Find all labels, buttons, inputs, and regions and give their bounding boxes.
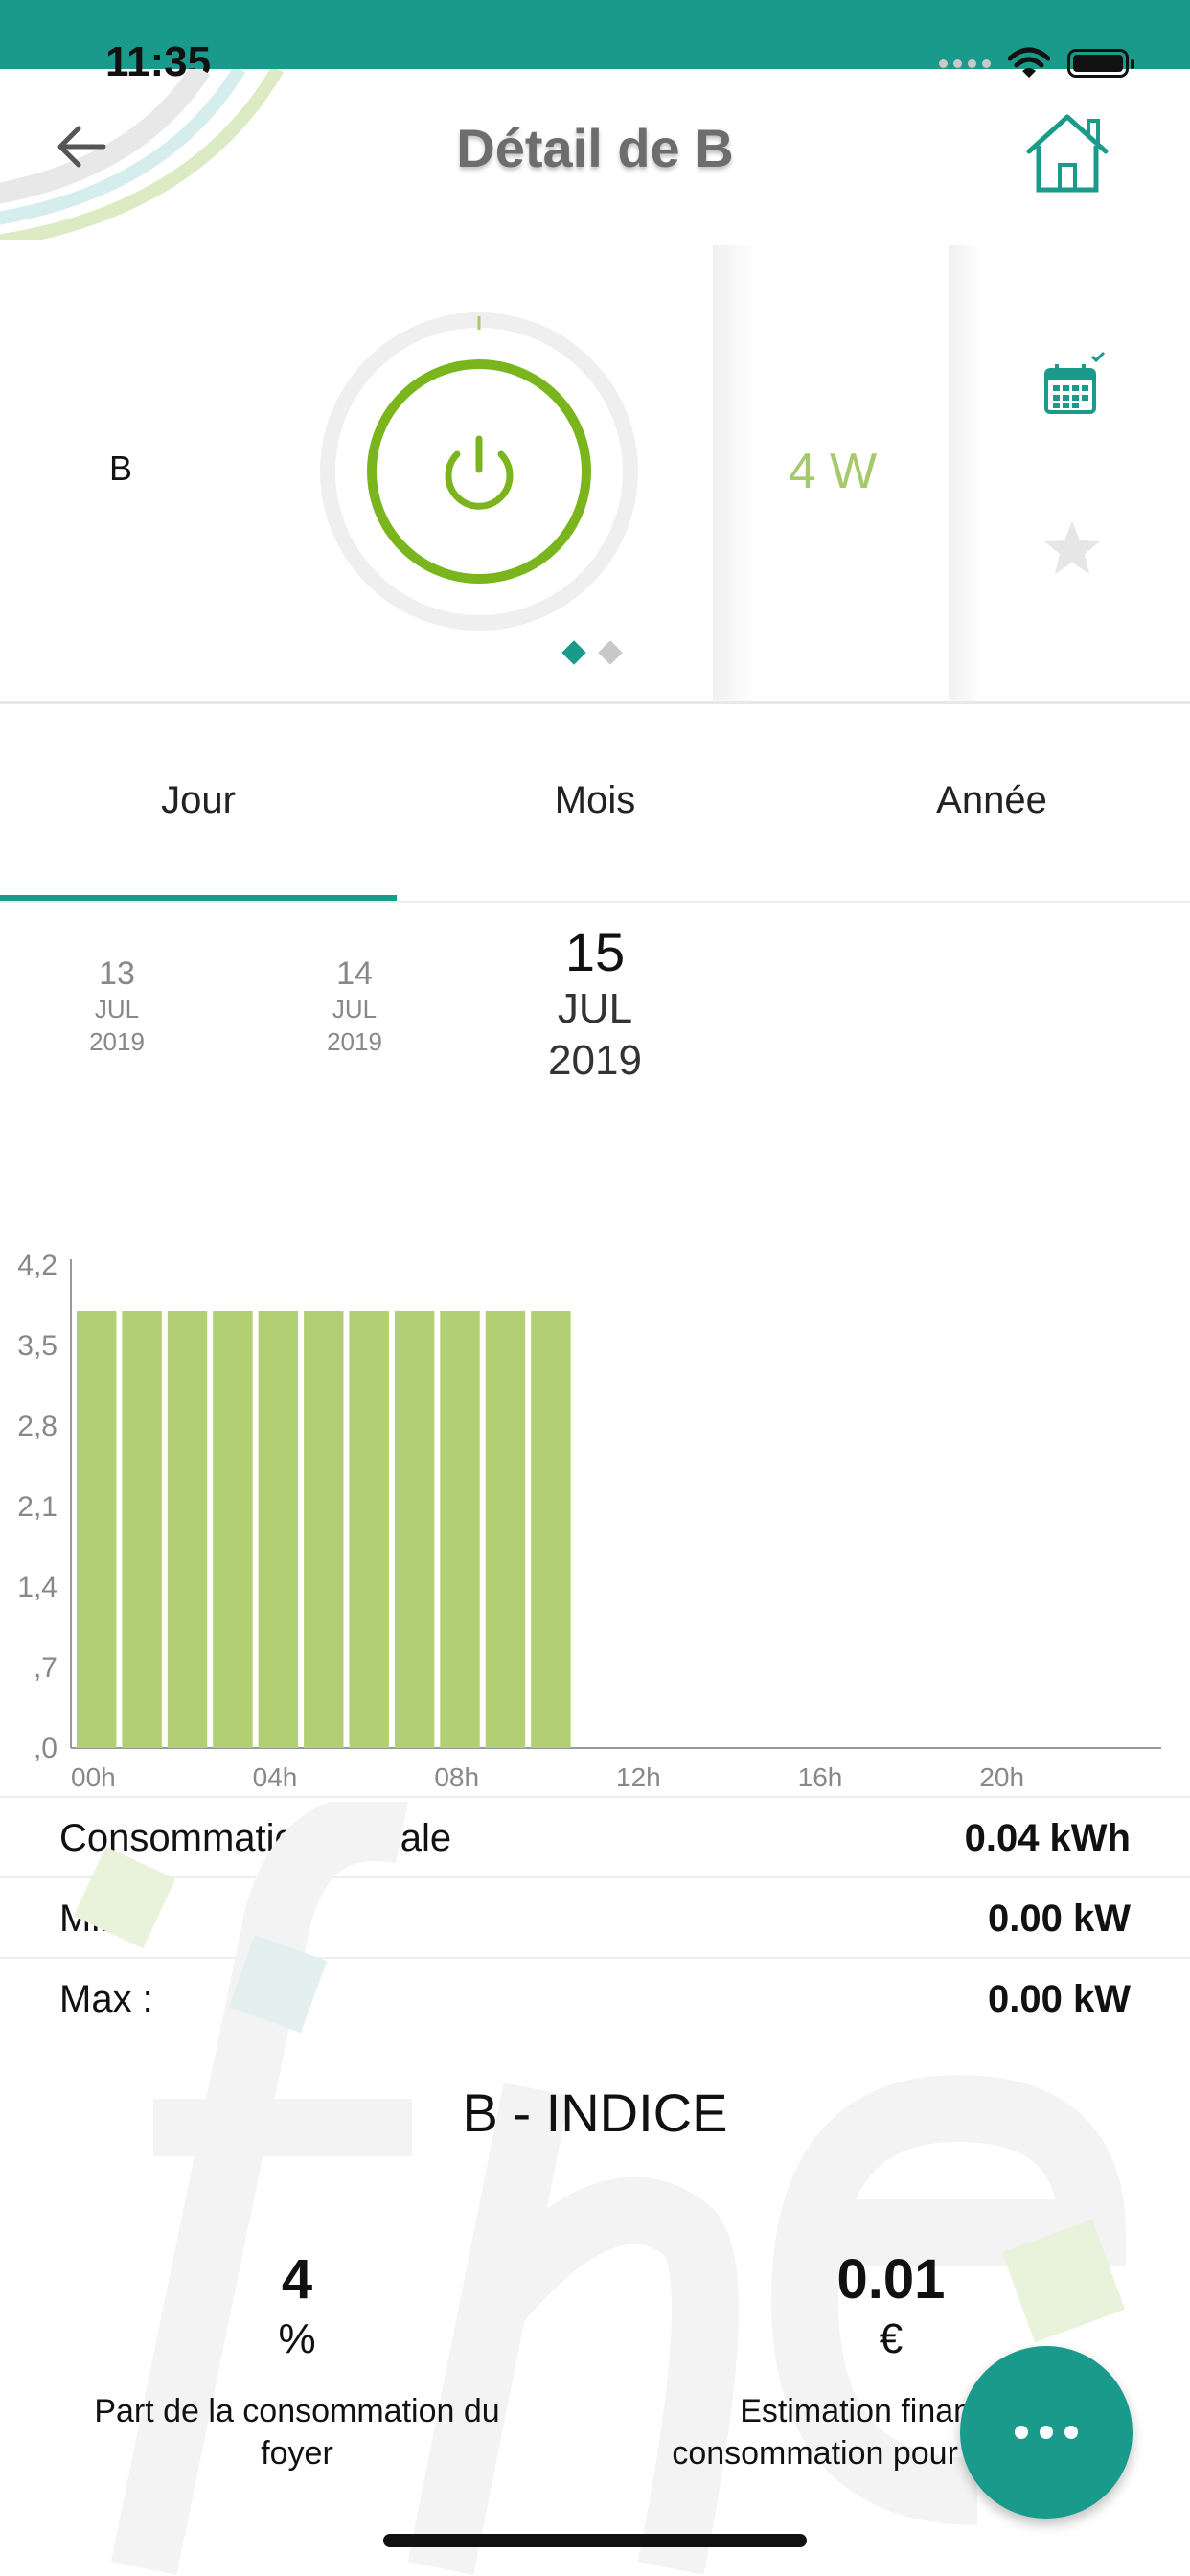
chart-bar <box>440 1311 480 1748</box>
chart-bar <box>122 1311 162 1748</box>
chart-bar <box>349 1311 389 1748</box>
period-tabs: Jour Mois Année <box>0 704 1190 901</box>
device-name: B <box>109 448 133 488</box>
date-day: 14 <box>336 955 373 992</box>
y-tick-label: 4,2 <box>17 1250 57 1281</box>
y-tick-label: ,7 <box>34 1652 57 1684</box>
y-tick-label: 1,4 <box>17 1572 57 1603</box>
share-label: Part de la consommation du foyer <box>94 2393 500 2472</box>
x-tick-label: 08h <box>434 1762 479 1792</box>
pager-dot <box>598 640 623 665</box>
date-item-selected[interactable]: 15 JUL 2019 <box>509 922 681 1087</box>
share-value: 4 <box>281 2248 313 2311</box>
y-tick-label: 3,5 <box>17 1330 57 1362</box>
power-value: 4 W <box>788 444 878 499</box>
date-year: 2019 <box>89 1027 145 1056</box>
signal-icon <box>939 58 991 68</box>
chart-bar <box>77 1311 117 1748</box>
date-month: JUL <box>332 995 378 1024</box>
calendar-check-icon[interactable] <box>1041 351 1108 427</box>
x-tick-label: 20h <box>979 1762 1024 1792</box>
home-icon[interactable] <box>1021 107 1113 199</box>
more-icon <box>1015 2426 1028 2439</box>
wifi-icon <box>1008 47 1050 78</box>
star-icon[interactable] <box>1039 516 1106 583</box>
index-section-title: B - INDICE <box>462 2082 728 2143</box>
share-unit: % <box>278 2315 316 2362</box>
home-indicator <box>383 2534 807 2547</box>
status-icons <box>939 44 1134 82</box>
pager-dot-active <box>561 640 586 665</box>
date-day: 13 <box>99 955 135 992</box>
cost-value: 0.01 <box>836 2248 946 2311</box>
actions-card <box>949 245 1190 700</box>
x-tick-label: 04h <box>253 1762 298 1792</box>
chart-bar <box>485 1311 526 1748</box>
tabs-bottom-border <box>0 901 1190 903</box>
date-item[interactable]: 14 JUL 2019 <box>297 954 412 1058</box>
date-year: 2019 <box>548 1037 642 1084</box>
y-tick-label: 2,1 <box>17 1491 57 1523</box>
date-month: JUL <box>94 995 140 1024</box>
battery-icon <box>1067 49 1134 78</box>
more-button[interactable] <box>960 2346 1133 2518</box>
power-toggle[interactable] <box>316 309 642 634</box>
chart-bar <box>258 1311 299 1748</box>
pager-dots <box>561 640 623 665</box>
x-tick-label: 12h <box>616 1762 661 1792</box>
x-tick-label: 00h <box>71 1762 116 1792</box>
tab-mois[interactable]: Mois <box>397 704 793 901</box>
y-tick-label: 2,8 <box>17 1411 57 1442</box>
page-title: Détail de B <box>456 118 734 178</box>
date-day: 15 <box>564 922 626 982</box>
chart-bar <box>394 1311 435 1748</box>
tab-jour[interactable]: Jour <box>0 704 397 901</box>
tab-annee[interactable]: Année <box>793 704 1190 901</box>
chart-bar <box>213 1311 253 1748</box>
date-month: JUL <box>557 985 633 1032</box>
x-tick-label: 16h <box>798 1762 843 1792</box>
chart-bar <box>167 1311 208 1748</box>
date-year: 2019 <box>327 1027 382 1056</box>
date-item[interactable]: 13 JUL 2019 <box>59 954 174 1058</box>
chart-bar <box>531 1311 571 1748</box>
y-tick-label: ,0 <box>34 1733 57 1764</box>
chart-bar <box>304 1311 344 1748</box>
share-metric: 4 % Part de la consommation du foyer <box>57 2246 537 2474</box>
consumption-chart: 4,2 3,5 2,8 2,1 1,4 ,7 ,0 00h 04h 08h 12h 16h 20h <box>17 1250 1161 1792</box>
